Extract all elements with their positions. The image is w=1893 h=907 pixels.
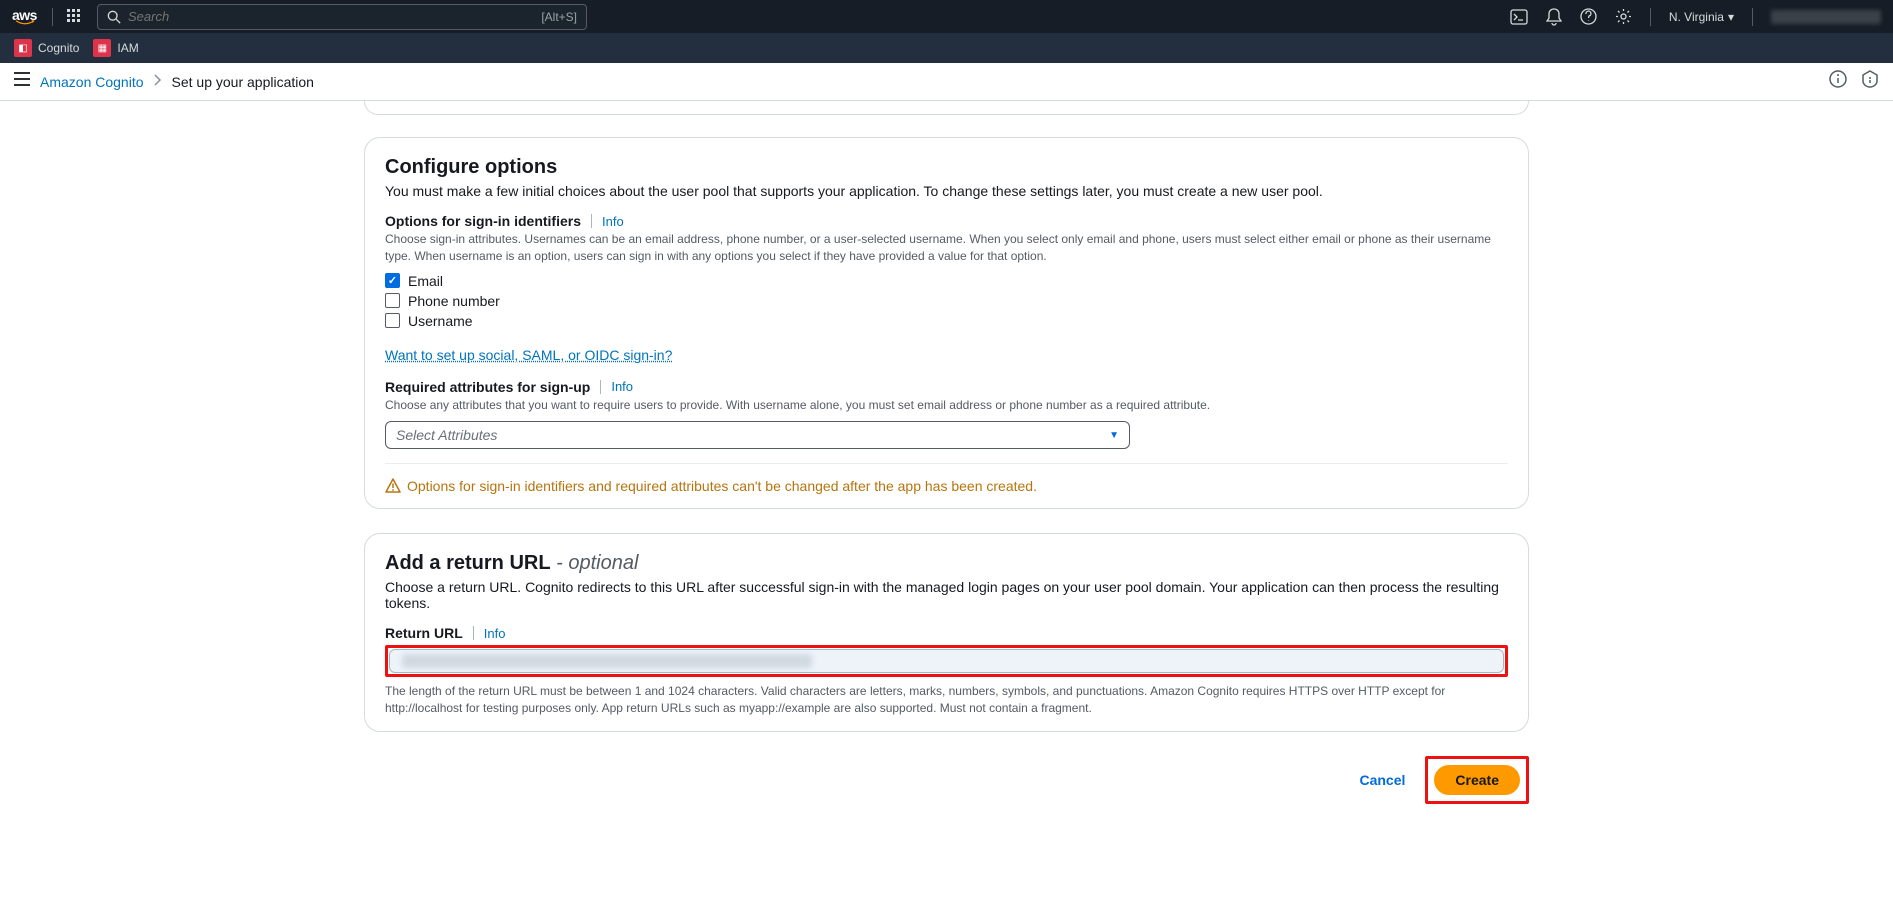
iam-service-icon: ▦ [93, 39, 111, 57]
breadcrumb-current: Set up your application [172, 74, 314, 90]
warning-message: Options for sign-in identifiers and requ… [385, 463, 1508, 494]
service-chip-cognito[interactable]: ◧ Cognito [14, 39, 79, 57]
create-button[interactable]: Create [1434, 765, 1520, 795]
aws-smile-icon [12, 20, 38, 26]
region-selector[interactable]: N. Virginia ▾ [1669, 10, 1734, 24]
breadcrumb-root[interactable]: Amazon Cognito [40, 74, 144, 90]
page-diagnostics-icon[interactable] [1861, 70, 1879, 93]
return-url-highlight [385, 645, 1508, 677]
option-label: Username [408, 313, 473, 329]
caret-down-icon: ▼ [1109, 430, 1119, 441]
checkbox-icon[interactable] [385, 293, 400, 308]
divider [473, 626, 474, 640]
checkbox-icon[interactable] [385, 313, 400, 328]
panel-title: Configure options [385, 156, 1508, 179]
divider [600, 380, 601, 394]
page-info-icon[interactable] [1829, 70, 1847, 93]
divider [52, 8, 53, 26]
return-url-input[interactable] [389, 649, 1504, 673]
info-link[interactable]: Info [602, 214, 624, 229]
search-input[interactable] [97, 4, 587, 30]
help-icon[interactable] [1580, 8, 1597, 25]
divider [591, 214, 592, 228]
search-shortcut-hint: [Alt+S] [541, 10, 577, 24]
side-nav-toggle-icon[interactable] [14, 72, 30, 91]
previous-panel-edge [364, 101, 1529, 115]
divider [1752, 8, 1753, 26]
divider [1650, 8, 1651, 26]
search-icon [107, 10, 121, 24]
option-email[interactable]: Email [385, 273, 1508, 289]
option-username[interactable]: Username [385, 313, 1508, 329]
checkbox-checked-icon[interactable] [385, 273, 400, 288]
attributes-select[interactable]: Select Attributes ▼ [385, 421, 1130, 449]
chevron-right-icon [154, 73, 162, 91]
panel-subtitle: Choose a return URL. Cognito redirects t… [385, 579, 1508, 611]
global-search: [Alt+S] [97, 4, 587, 30]
option-label: Email [408, 273, 443, 289]
settings-icon[interactable] [1615, 8, 1632, 25]
panel-title: Add a return URL - optional [385, 552, 1508, 575]
info-link[interactable]: Info [611, 379, 633, 394]
return-url-panel: Add a return URL - optional Choose a ret… [364, 533, 1529, 732]
service-chip-iam[interactable]: ▦ IAM [93, 39, 138, 57]
cloudshell-icon[interactable] [1510, 8, 1528, 26]
create-button-highlight: Create [1425, 756, 1529, 804]
option-phone[interactable]: Phone number [385, 293, 1508, 309]
favorites-bar: ◧ Cognito ▦ IAM [0, 33, 1893, 63]
required-attributes-description: Choose any attributes that you want to r… [385, 397, 1508, 414]
cancel-button[interactable]: Cancel [1355, 764, 1409, 796]
breadcrumb-bar: Amazon Cognito Set up your application [0, 63, 1893, 101]
required-attributes-label: Required attributes for sign-up [385, 379, 590, 395]
return-url-help: The length of the return URL must be bet… [385, 683, 1508, 717]
configure-options-panel: Configure options You must make a few in… [364, 137, 1529, 509]
notifications-icon[interactable] [1546, 8, 1562, 26]
signin-identifiers-label: Options for sign-in identifiers [385, 213, 581, 229]
warning-icon [385, 478, 401, 494]
services-grid-icon[interactable] [67, 9, 83, 25]
select-placeholder: Select Attributes [396, 427, 497, 443]
panel-subtitle: You must make a few initial choices abou… [385, 183, 1508, 199]
form-actions: Cancel Create [364, 756, 1529, 804]
cognito-service-icon: ◧ [14, 39, 32, 57]
global-nav: aws [Alt+S] N. Virginia ▾ [0, 0, 1893, 33]
info-link[interactable]: Info [484, 626, 506, 641]
option-label: Phone number [408, 293, 500, 309]
return-url-label: Return URL [385, 625, 463, 641]
signin-identifiers-description: Choose sign-in attributes. Usernames can… [385, 231, 1508, 265]
aws-logo[interactable]: aws [12, 7, 38, 26]
redacted-content [402, 654, 812, 668]
caret-down-icon: ▾ [1728, 10, 1734, 24]
social-signin-link[interactable]: Want to set up social, SAML, or OIDC sig… [385, 347, 672, 363]
account-menu[interactable] [1771, 10, 1881, 24]
